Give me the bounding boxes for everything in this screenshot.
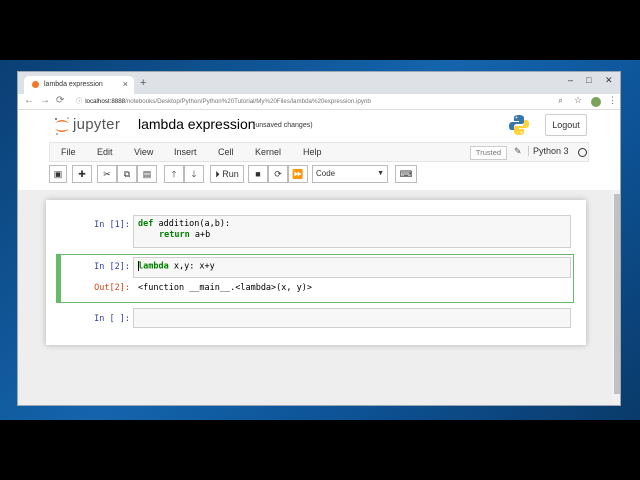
browser-menu-icon[interactable]: ⋮ — [608, 95, 617, 106]
jupyter-logo-icon[interactable] — [53, 116, 71, 136]
add-cell-icon: ✚ — [78, 169, 86, 179]
browser-window: lambda expression × + – □ ✕ ← → ⟳ ⓘ local… — [17, 71, 621, 406]
tab-title: lambda expression — [44, 81, 103, 88]
restart-button[interactable]: ⟳ — [268, 165, 288, 183]
cell-output: <function __main__.<lambda>(x, y)> — [138, 283, 312, 293]
tab-close-icon[interactable]: × — [123, 79, 128, 89]
run-button[interactable]: ⏵ Run — [210, 165, 244, 183]
letterbox-top — [0, 0, 640, 60]
fast-forward-icon: ⏩ — [292, 169, 304, 179]
paste-icon: ▤ — [142, 169, 152, 179]
keyboard-icon: ⌨ — [399, 169, 413, 179]
maximize-button[interactable]: □ — [586, 75, 591, 85]
restart-icon: ⟳ — [274, 169, 282, 179]
menu-file[interactable]: File — [61, 147, 76, 157]
profile-avatar[interactable] — [591, 97, 601, 107]
stop-icon: ■ — [255, 169, 261, 179]
save-status: (unsaved changes) — [253, 122, 313, 129]
menu-insert[interactable]: Insert — [174, 147, 197, 157]
url-path: /notebooks/Desktop/Python/Python%20Tutor… — [125, 98, 371, 105]
kernel-status-icon — [578, 148, 587, 157]
save-button[interactable]: ▣ — [49, 165, 67, 183]
save-icon: ▣ — [53, 169, 63, 179]
insert-cell-button[interactable]: ✚ — [72, 165, 92, 183]
move-down-button[interactable]: 🡓 — [184, 165, 204, 183]
code-editor[interactable]: def addition(a,b): return a+b — [133, 215, 571, 248]
scrollbar-thumb[interactable] — [614, 194, 620, 394]
notebook-toolbar: ▣ ✚ ✂ ⧉ ▤ 🡑 🡓 ⏵ Run ■ ⟳ ⏩ Code ▼ ⌨ — [49, 165, 589, 185]
restart-run-all-button[interactable]: ⏩ — [288, 165, 308, 183]
code-editor[interactable]: lambda x,y: x+y — [133, 257, 571, 278]
code-line: return a+b — [138, 230, 566, 241]
code-keyword: def — [138, 219, 154, 229]
jupyter-header: jupyter lambda expression (unsaved chang… — [18, 110, 620, 142]
menu-view[interactable]: View — [134, 147, 153, 157]
minimize-button[interactable]: – — [568, 75, 573, 85]
menu-cell[interactable]: Cell — [218, 147, 234, 157]
chevron-down-icon: ▼ — [377, 170, 384, 177]
move-up-icon: 🡑 — [171, 169, 177, 179]
reload-button[interactable]: ⟳ — [56, 95, 64, 106]
kernel-name: Python 3 — [528, 146, 569, 156]
back-button[interactable]: ← — [24, 95, 34, 106]
close-window-button[interactable]: ✕ — [605, 75, 613, 86]
run-label: Run — [222, 169, 239, 179]
code-keyword: lambda — [138, 261, 169, 272]
code-text: x,y: x+y — [168, 261, 215, 272]
empty-code-editor[interactable] — [133, 308, 571, 328]
paste-button[interactable]: ▤ — [137, 165, 157, 183]
cut-icon: ✂ — [103, 169, 111, 179]
cell-type-select[interactable]: Code ▼ — [312, 165, 388, 183]
input-prompt: In [1]: — [94, 220, 130, 230]
info-icon: ⓘ — [76, 98, 83, 105]
notebook-container: In [1]: def addition(a,b): return a+b In… — [46, 200, 586, 345]
input-prompt: In [2]: — [94, 262, 130, 272]
cell-type-value: Code — [316, 169, 336, 178]
url-host: localhost:8888 — [85, 98, 126, 105]
move-up-button[interactable]: 🡑 — [164, 165, 184, 183]
navigation-bar: ← → ⟳ ⓘ localhost:8888/notebooks/Desktop/… — [18, 94, 620, 110]
menu-bar: File Edit View Insert Cell Kernel Help T… — [49, 142, 589, 162]
cut-button[interactable]: ✂ — [97, 165, 117, 183]
output-prompt: Out[2]: — [94, 283, 130, 293]
python-logo-icon — [509, 115, 529, 135]
jupyter-brand[interactable]: jupyter — [73, 116, 120, 133]
letterbox-bottom — [0, 420, 640, 480]
input-prompt: In [ ]: — [94, 314, 130, 324]
menu-kernel[interactable]: Kernel — [255, 147, 281, 157]
notebook-title[interactable]: lambda expression — [138, 116, 256, 132]
forward-button[interactable]: → — [40, 95, 50, 106]
move-down-icon: 🡓 — [191, 169, 197, 179]
run-icon: ⏵ — [215, 169, 220, 179]
copy-icon: ⧉ — [123, 169, 131, 179]
interrupt-button[interactable]: ■ — [248, 165, 268, 183]
browser-tab[interactable]: lambda expression × — [24, 76, 134, 94]
command-palette-button[interactable]: ⌨ — [395, 165, 417, 183]
tab-strip: lambda expression × + – □ ✕ — [18, 72, 620, 94]
jupyter-favicon-icon — [32, 81, 39, 88]
code-cell-1[interactable]: In [1]: def addition(a,b): return a+b — [46, 200, 586, 248]
code-line: def addition(a,b): — [138, 219, 566, 230]
code-text: addition(a,b): — [153, 219, 231, 229]
menu-help[interactable]: Help — [303, 147, 322, 157]
code-text: a+b — [189, 230, 211, 240]
address-bar[interactable]: ⓘ localhost:8888/notebooks/Desktop/Python… — [76, 96, 556, 108]
trusted-indicator[interactable]: Trusted — [470, 146, 507, 160]
logout-button[interactable]: Logout — [545, 114, 587, 136]
zoom-icon[interactable]: ⌕ — [558, 95, 563, 106]
copy-button[interactable]: ⧉ — [117, 165, 137, 183]
code-keyword: return — [159, 230, 190, 240]
menu-edit[interactable]: Edit — [97, 147, 113, 157]
new-tab-button[interactable]: + — [140, 77, 146, 89]
edit-mode-pencil-icon: ✎ — [514, 146, 522, 156]
bookmark-star-icon[interactable]: ☆ — [574, 95, 582, 106]
